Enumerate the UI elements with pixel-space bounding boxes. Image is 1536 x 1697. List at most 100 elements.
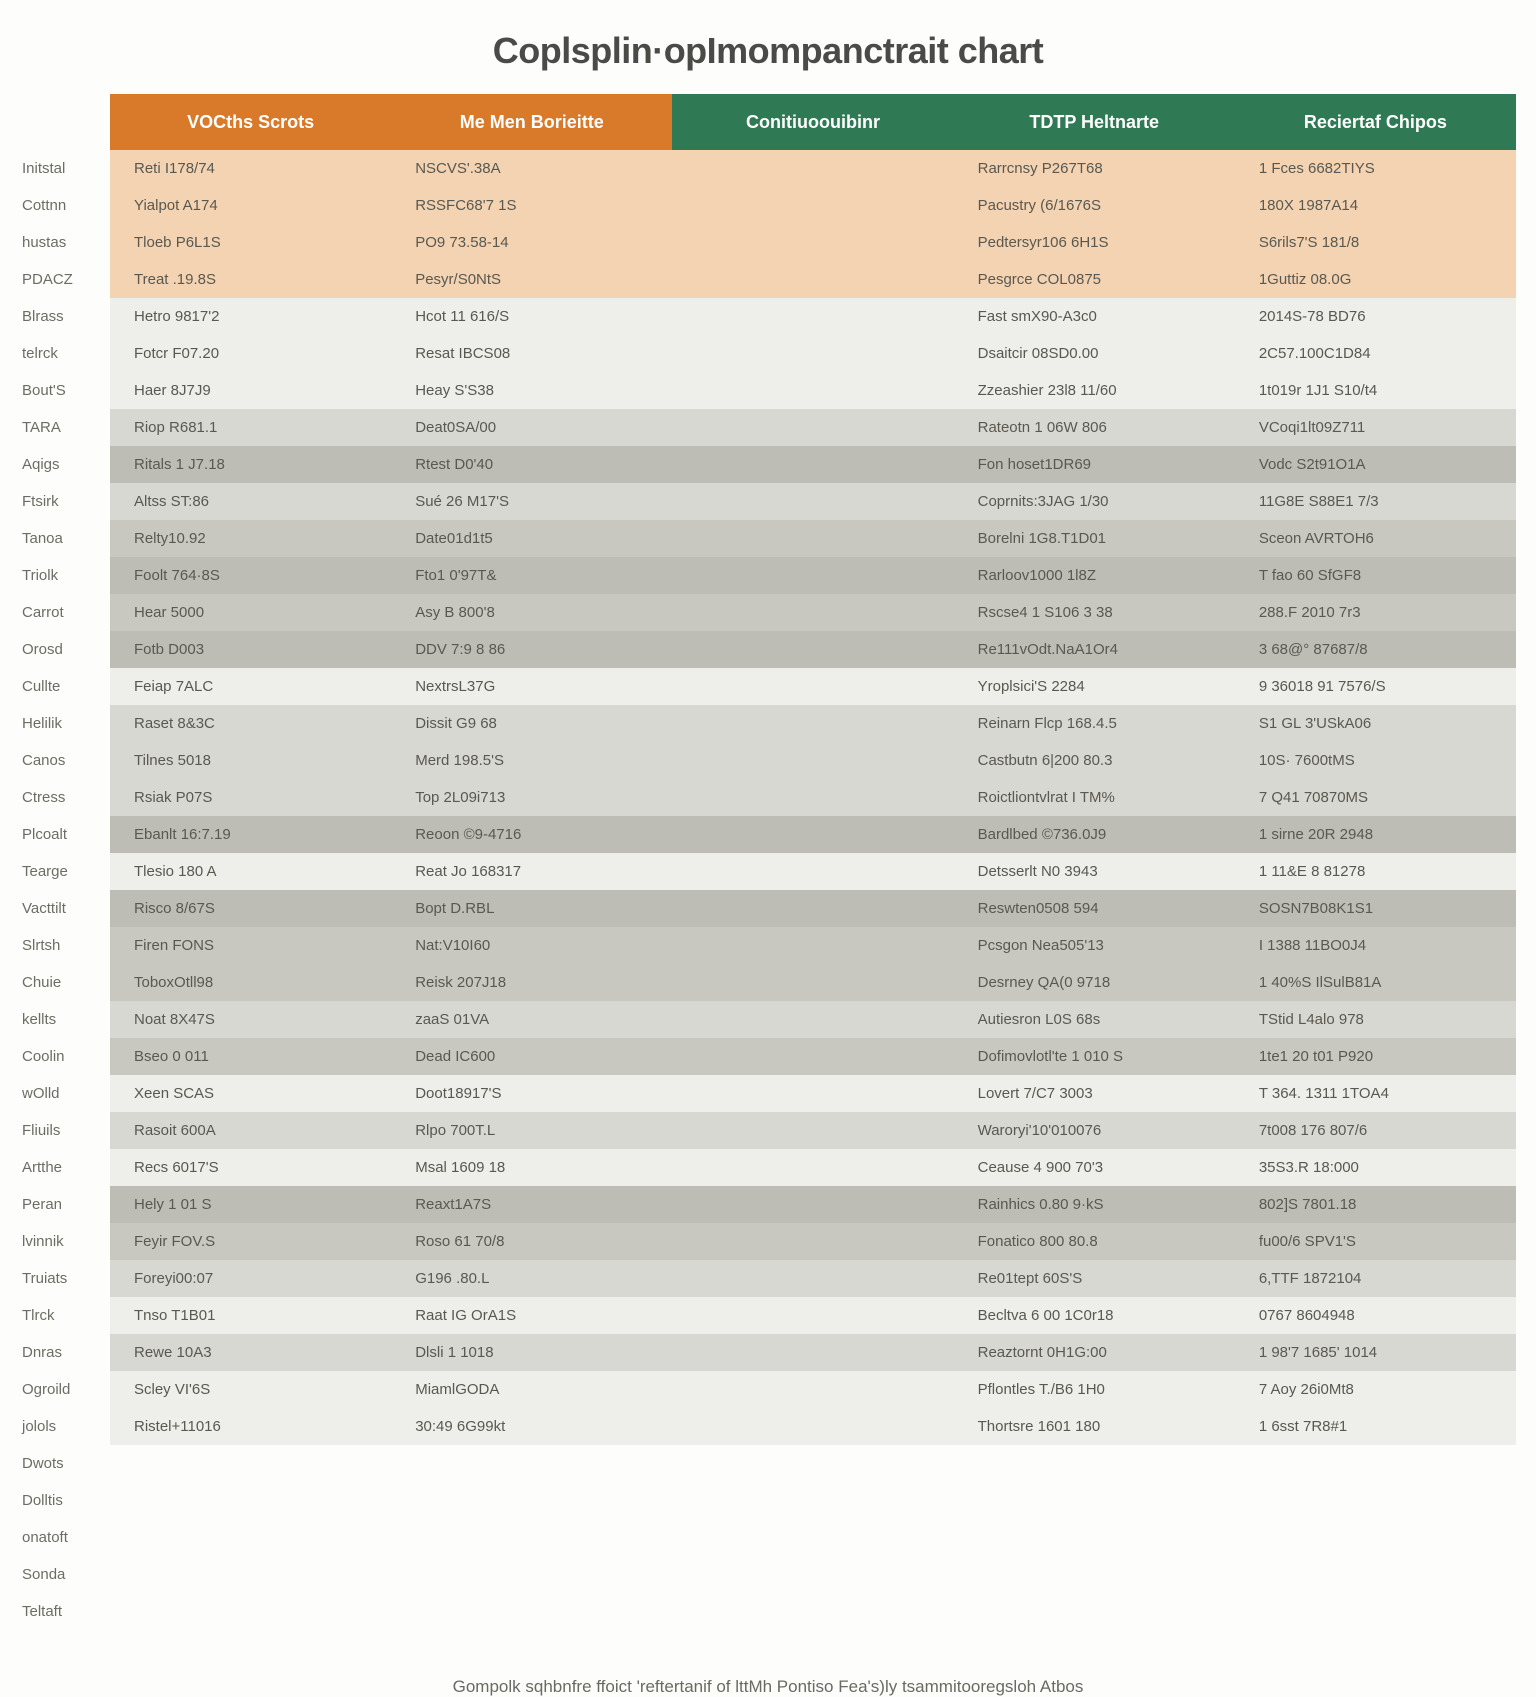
table-row: Hely 1 01 SReaxt1A7SRainhics 0.80 9·kS80… xyxy=(110,1186,1516,1223)
table-cell xyxy=(672,409,953,446)
table-row: Hetro 9817'2Hcot 11 616/SFast smX90-A3c0… xyxy=(110,298,1516,335)
table-cell: 7 Q41 70870MS xyxy=(1235,779,1516,816)
row-label: Initstal xyxy=(20,150,110,187)
table-cell: Resat IBCS08 xyxy=(391,335,672,372)
table-cell: Treat .19.8S xyxy=(110,261,391,298)
table-cell xyxy=(672,1186,953,1223)
table-cell: 1Guttiz 08.0G xyxy=(1235,261,1516,298)
table-cell xyxy=(672,1371,953,1408)
data-table: InitstalCottnnhustasPDACZBlrasstelrckBou… xyxy=(20,94,1516,1667)
table-cell: Fonatico 800 80.8 xyxy=(954,1223,1235,1260)
table-cell: Pedtersyr106 6H1S xyxy=(954,224,1235,261)
table-cell: Feiap 7ALC xyxy=(110,668,391,705)
row-label: jolols xyxy=(20,1408,110,1445)
row-label: kellts xyxy=(20,1001,110,1038)
table-cell: Borelni 1G8.T1D01 xyxy=(954,520,1235,557)
table-cell: Reinarn Flcp 168.4.5 xyxy=(954,705,1235,742)
table-cell: Coprnits:3JAG 1/30 xyxy=(954,483,1235,520)
table-cell xyxy=(672,1038,953,1075)
row-label: Aqigs xyxy=(20,446,110,483)
row-label: Tearge xyxy=(20,853,110,890)
table-cell: I 1388 11BO0J4 xyxy=(1235,927,1516,964)
row-label: Canos xyxy=(20,742,110,779)
table-cell: 180X 1987A14 xyxy=(1235,187,1516,224)
table-row: Ristel+1101630:49 6G99ktThortsre 1601 18… xyxy=(110,1408,1516,1445)
table-cell: Pesgrce COL0875 xyxy=(954,261,1235,298)
table-cell: Zzeashier 23l8 11/60 xyxy=(954,372,1235,409)
row-label: lvinnik xyxy=(20,1223,110,1260)
column-header: Reciertaf Chipos xyxy=(1235,94,1516,150)
table-row: Fotcr F07.20Resat IBCS08Dsaitcir 08SD0.0… xyxy=(110,335,1516,372)
table-row: ToboxOtll98Reisk 207J18Desrney QA(0 9718… xyxy=(110,964,1516,1001)
row-label: Triolk xyxy=(20,557,110,594)
table-cell xyxy=(672,224,953,261)
table-cell: Thortsre 1601 180 xyxy=(954,1408,1235,1445)
table-row: Firen FONSNat:V10I60Pcsgon Nea505'13I 13… xyxy=(110,927,1516,964)
row-label: Bout'S xyxy=(20,372,110,409)
table-cell: DDV 7:9 8 86 xyxy=(391,631,672,668)
table-cell: Dsaitcir 08SD0.00 xyxy=(954,335,1235,372)
table-cell: Asy B 800'8 xyxy=(391,594,672,631)
table-cell: Dlsli 1 1018 xyxy=(391,1334,672,1371)
row-label: Fliuils xyxy=(20,1112,110,1149)
table-cell: NextrsL37G xyxy=(391,668,672,705)
table-cell: Bardlbed ©736.0J9 xyxy=(954,816,1235,853)
table-cell xyxy=(672,779,953,816)
table-cell: Rarrcnsy P267T68 xyxy=(954,150,1235,187)
table-row: Ebanlt 16:7.19Reoon ©9-4716Bardlbed ©736… xyxy=(110,816,1516,853)
table-cell: Re01tept 60S'S xyxy=(954,1260,1235,1297)
row-label: Blrass xyxy=(20,298,110,335)
table-cell: 802]S 7801.18 xyxy=(1235,1186,1516,1223)
table-cell: Rlpo 700T.L xyxy=(391,1112,672,1149)
table-cell: Reti I178/74 xyxy=(110,150,391,187)
table-cell: Reat Jo 168317 xyxy=(391,853,672,890)
table-cell: T 364. 1311 1TOA4 xyxy=(1235,1075,1516,1112)
table-cell xyxy=(672,372,953,409)
table-cell: Dissit G9 68 xyxy=(391,705,672,742)
table-cell: Reisk 207J18 xyxy=(391,964,672,1001)
table-cell: Sué 26 M17'S xyxy=(391,483,672,520)
table-cell: Riop R681.1 xyxy=(110,409,391,446)
table-cell: Dofimovlotl'te 1 010 S xyxy=(954,1038,1235,1075)
row-label: Tanoa xyxy=(20,520,110,557)
row-label: Sonda xyxy=(20,1556,110,1593)
table-cell: 1 98'7 1685' 1014 xyxy=(1235,1334,1516,1371)
table-cell xyxy=(672,1075,953,1112)
table-row: Scley VI'6SMiamlGODAPflontles T./B6 1H07… xyxy=(110,1371,1516,1408)
table-cell: 10S· 7600tMS xyxy=(1235,742,1516,779)
table-cell: Ebanlt 16:7.19 xyxy=(110,816,391,853)
table-cell: Fon hoset1DR69 xyxy=(954,446,1235,483)
table-cell: Msal 1609 18 xyxy=(391,1149,672,1186)
table-cell: S6rils7'S 181/8 xyxy=(1235,224,1516,261)
table-header-row: VOCths Scrots Me Men Borieitte Conitiuoo… xyxy=(110,94,1516,150)
row-label: telrck xyxy=(20,335,110,372)
table-cell xyxy=(672,1112,953,1149)
row-label: Helilik xyxy=(20,705,110,742)
table-cell: Detsserlt N0 3943 xyxy=(954,853,1235,890)
table-cell: Foolt 764·8S xyxy=(110,557,391,594)
table-cell: Foreyi00:07 xyxy=(110,1260,391,1297)
table-cell xyxy=(672,335,953,372)
table-cell xyxy=(672,520,953,557)
table-cell: Hely 1 01 S xyxy=(110,1186,391,1223)
row-label: Carrot xyxy=(20,594,110,631)
table-cell: Re111vOdt.NaA1Or4 xyxy=(954,631,1235,668)
table-cell: Xeen SCAS xyxy=(110,1075,391,1112)
table-cell: 35S3.R 18:000 xyxy=(1235,1149,1516,1186)
column-header: TDTP Heltnarte xyxy=(954,94,1235,150)
row-label: Cottnn xyxy=(20,187,110,224)
table-cell: Haer 8J7J9 xyxy=(110,372,391,409)
table-cell: Tilnes 5018 xyxy=(110,742,391,779)
table-cell: TStid L4alo 978 xyxy=(1235,1001,1516,1038)
table-cell: 1 11&E 8 81278 xyxy=(1235,853,1516,890)
table-row: Rasoit 600ARlpo 700T.LWaroryi'10'0100767… xyxy=(110,1112,1516,1149)
table-cell xyxy=(672,1001,953,1038)
row-label: Vacttilt xyxy=(20,890,110,927)
table-cell xyxy=(672,890,953,927)
table-cell: Altss ST:86 xyxy=(110,483,391,520)
table-row: Tilnes 5018Merd 198.5'SCastbutn 6|200 80… xyxy=(110,742,1516,779)
table-cell: Roictliontvlrat I TM% xyxy=(954,779,1235,816)
table-row: Hear 5000Asy B 800'8Rscse4 1 S106 3 3828… xyxy=(110,594,1516,631)
column-header: Me Men Borieitte xyxy=(391,94,672,150)
table-cell: Tloeb P6L1S xyxy=(110,224,391,261)
